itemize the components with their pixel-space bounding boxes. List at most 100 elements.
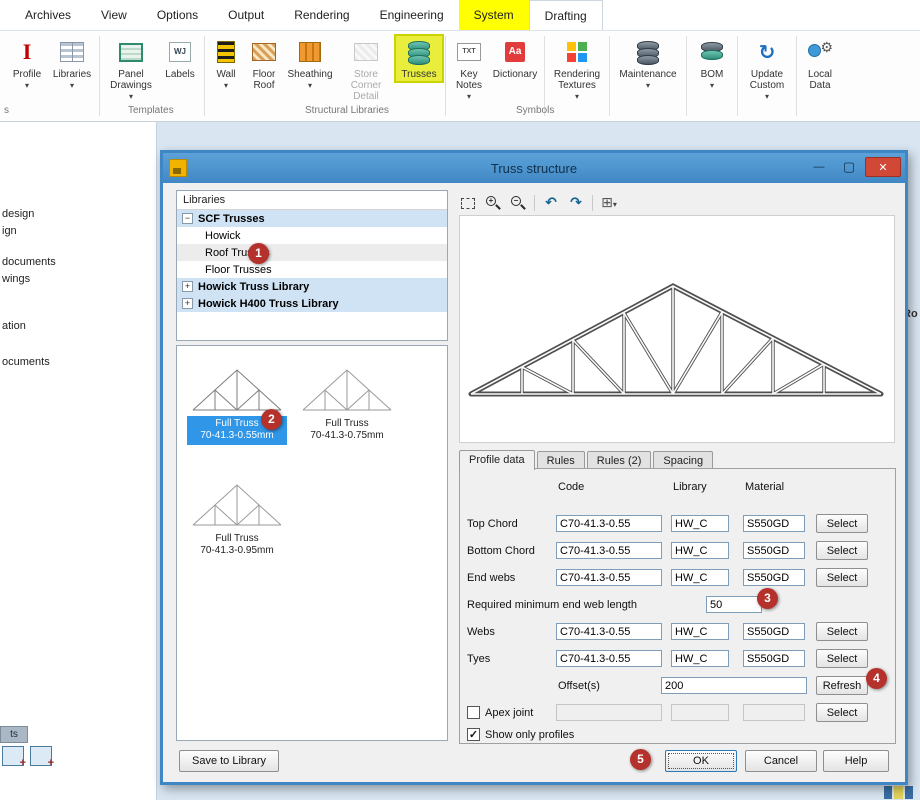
row-label-bottom-chord: Bottom Chord [467,545,535,557]
dropdown-arrow-icon [613,194,617,212]
webs-library-input[interactable] [671,623,729,640]
add-grid-icon[interactable]: + [30,746,52,766]
sidebar-item[interactable]: wings [2,273,30,285]
help-button[interactable]: Help [823,750,889,772]
menu-archives[interactable]: Archives [10,0,86,30]
top-chord-select-button[interactable]: Select [816,514,868,533]
tyes-select-button[interactable]: Select [816,649,868,668]
tab-rules-2[interactable]: Rules (2) [587,451,652,469]
tree-item-scf-trusses[interactable]: SCF Trusses [177,210,447,227]
show-only-profiles-checkbox[interactable] [467,728,480,741]
bottom-chord-select-button[interactable]: Select [816,541,868,560]
bottom-chord-code-input[interactable] [556,542,662,559]
ribbon-button-rendering-textures[interactable]: Rendering Textures [548,36,606,103]
ribbon-button-update-custom[interactable]: Update Custom [741,36,793,103]
ribbon-button-local-data[interactable]: Local Data [800,36,840,92]
webs-code-input[interactable] [556,623,662,640]
zoom-window-icon [461,198,475,209]
ribbon-button-trusses[interactable]: Trusses [396,36,442,81]
end-webs-code-input[interactable] [556,569,662,586]
apex-library-input [671,704,729,721]
ribbon-button-profile[interactable]: I Profile [6,36,48,92]
expand-icon[interactable] [182,281,193,292]
apex-material-input [743,704,805,721]
tree-item-howick-truss-library[interactable]: Howick Truss Library [177,278,447,295]
ribbon-button-key-notes[interactable]: TXT Key Notes [449,36,489,103]
ribbon-button-floor-roof[interactable]: Floor Roof [244,36,284,92]
thumbnail-full-truss-055[interactable]: Full Truss 70-41.3-0.55mm [187,356,287,445]
maximize-button[interactable] [835,157,863,177]
menu-system[interactable]: System [459,0,529,30]
tyes-code-input[interactable] [556,650,662,667]
webs-material-input[interactable] [743,623,805,640]
sidebar-item[interactable]: design [2,208,34,220]
expand-icon[interactable] [182,298,193,309]
thumbnail-full-truss-075[interactable]: Full Truss 70-41.3-0.75mm [297,356,397,445]
collapse-icon[interactable] [182,213,193,224]
min-end-web-length-input[interactable] [706,596,762,613]
save-to-library-button[interactable]: Save to Library [179,750,279,772]
sidebar-item[interactable]: documents [2,256,56,268]
sidebar-item[interactable]: ocuments [2,356,50,368]
ribbon-button-maintenance[interactable]: Maintenance [613,36,683,92]
thumbnail-full-truss-095[interactable]: Full Truss 70-41.3-0.95mm [187,471,287,560]
ribbon-separator [99,36,100,116]
top-chord-code-input[interactable] [556,515,662,532]
zoom-out-button[interactable] [509,194,527,212]
tree-item-floor-trusses[interactable]: Floor Trusses [177,261,447,278]
offsets-input[interactable] [661,677,807,694]
menu-output[interactable]: Output [213,0,279,30]
tyes-library-input[interactable] [671,650,729,667]
cancel-button[interactable]: Cancel [745,750,817,772]
menu-view[interactable]: View [86,0,142,30]
close-button[interactable] [865,157,901,177]
tab-profile-data[interactable]: Profile data [459,450,535,470]
view-options-button[interactable] [600,194,618,212]
dialog-titlebar[interactable]: Truss structure [163,153,905,183]
bottom-chord-material-input[interactable] [743,542,805,559]
tree-item-howick-h400-truss-library[interactable]: Howick H400 Truss Library [177,295,447,312]
ribbon-button-wall[interactable]: Wall [208,36,244,92]
add-panel-icon[interactable]: + [2,746,24,766]
refresh-button[interactable]: Refresh [816,676,868,695]
zoom-window-button[interactable] [459,194,477,212]
profile-tabs: Profile data Rules Rules (2) Spacing [459,450,715,469]
top-chord-library-input[interactable] [671,515,729,532]
tab-rules[interactable]: Rules [537,451,585,469]
ok-button[interactable]: OK [665,750,737,772]
sidebar-item[interactable]: ation [2,320,26,332]
floor-roof-icon [252,43,276,61]
menu-drafting[interactable]: Drafting [529,0,603,30]
minimize-button[interactable] [805,157,833,177]
end-webs-library-input[interactable] [671,569,729,586]
end-webs-material-input[interactable] [743,569,805,586]
menu-options[interactable]: Options [142,0,213,30]
truss-preview-canvas[interactable] [459,215,895,443]
ribbon-button-libraries[interactable]: Libraries [48,36,96,92]
tree-item-roof-trusses[interactable]: Roof Trusses [177,244,447,261]
apex-joint-checkbox[interactable] [467,706,480,719]
end-webs-select-button[interactable]: Select [816,568,868,587]
ribbon-button-sheathing[interactable]: Sheathing [284,36,336,92]
ribbon-button-panel-drawings[interactable]: Panel Drawings [103,36,159,103]
tree-item-howick[interactable]: Howick [177,227,447,244]
zoom-in-button[interactable] [484,194,502,212]
top-chord-material-input[interactable] [743,515,805,532]
webs-select-button[interactable]: Select [816,622,868,641]
bom-icon [700,40,724,64]
apex-select-button[interactable]: Select [816,703,868,722]
menu-engineering[interactable]: Engineering [365,0,459,30]
rotate-left-button[interactable] [542,194,560,212]
tab-spacing[interactable]: Spacing [653,451,713,469]
sidebar-item[interactable]: ign [2,225,17,237]
menu-rendering[interactable]: Rendering [279,0,364,30]
libraries-tree-panel: Libraries SCF Trusses Howick Roof Trusse… [176,190,448,341]
ribbon-button-dictionary[interactable]: Aa Dictionary [489,36,541,81]
sidebar-bottom-tab[interactable]: ts [0,726,28,743]
rotate-right-button[interactable] [567,194,585,212]
bottom-chord-library-input[interactable] [671,542,729,559]
ribbon-button-bom[interactable]: BOM [690,36,734,92]
tyes-material-input[interactable] [743,650,805,667]
profile-data-panel: Code Library Material Top Chord Select B… [459,468,896,744]
ribbon-button-labels[interactable]: WJ Labels [159,36,201,81]
